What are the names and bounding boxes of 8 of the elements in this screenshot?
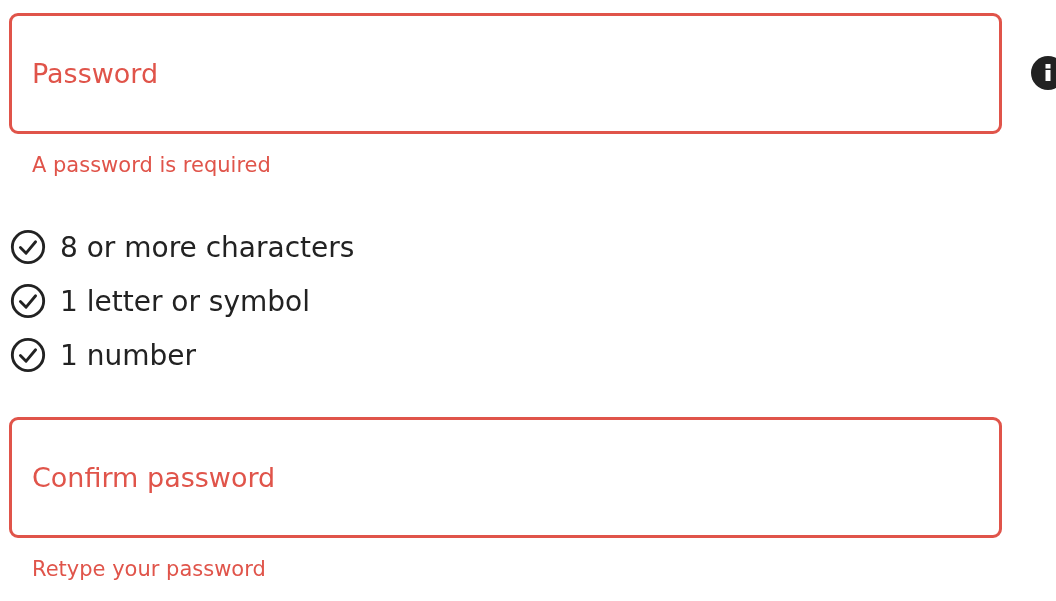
hint-text: Retype your password	[31, 556, 267, 583]
requirement-text: 8 or more characters	[60, 230, 355, 264]
info-icon[interactable]	[1030, 56, 1056, 90]
confirm-password-field[interactable]: Confirm password	[9, 417, 1002, 538]
requirement-text: 1 letter or symbol	[60, 284, 310, 318]
requirement-text: 1 number	[60, 338, 196, 372]
password-field[interactable]: Password	[9, 13, 1002, 134]
error-message: A password is required	[31, 152, 272, 179]
